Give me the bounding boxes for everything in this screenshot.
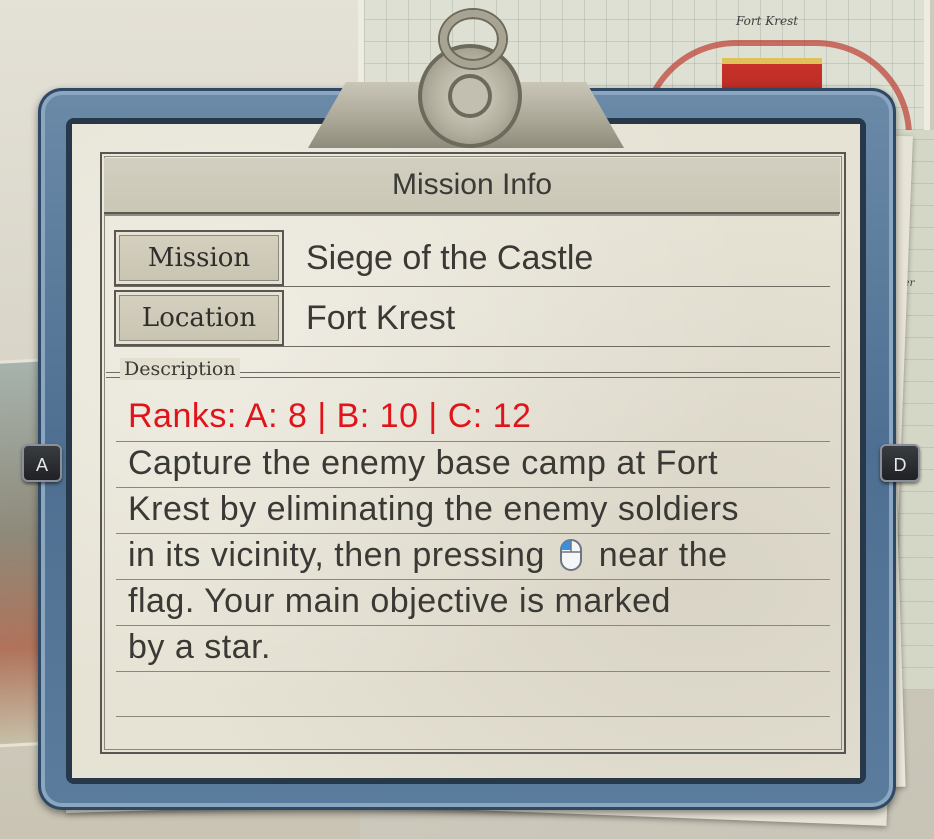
ruled-line (116, 716, 830, 717)
description-line-3-end: near the (598, 536, 728, 574)
map-location-label: Fort Krest (736, 14, 799, 28)
previous-mission-key[interactable]: A (22, 444, 62, 482)
description-line-3-start: in its vicinity, then pressing (128, 536, 545, 574)
location-value: Fort Krest (306, 299, 456, 337)
description-line-1: Capture the enemy base camp at Fort (128, 444, 719, 482)
mouse-left-click-icon (559, 539, 582, 571)
description-line-2: Krest by eliminating the enemy soldiers (128, 490, 739, 528)
mission-value: Siege of the Castle (306, 239, 594, 277)
mission-row: Mission Siege of the Castle (114, 230, 830, 287)
description-line-4: flag. Your main objective is marked (128, 582, 671, 620)
clip-ring (440, 10, 506, 68)
ruled-line (116, 671, 830, 672)
ruled-line (116, 441, 830, 442)
description-label: Description (120, 358, 240, 380)
ruled-line (116, 487, 830, 488)
ruled-line (116, 625, 830, 626)
gear-hub (448, 74, 492, 118)
location-row: Location Fort Krest (114, 290, 830, 347)
ruled-line (116, 533, 830, 534)
next-mission-key[interactable]: D (880, 444, 920, 482)
mission-label: Mission (114, 230, 284, 286)
description-line-3: in its vicinity, then pressing near the (128, 536, 728, 575)
location-label: Location (114, 290, 284, 346)
rank-requirements: Ranks: A: 8 | B: 10 | C: 12 (128, 397, 532, 435)
description-line-5: by a star. (128, 628, 271, 666)
page-title: Mission Info (391, 168, 553, 201)
ruled-line (116, 579, 830, 580)
